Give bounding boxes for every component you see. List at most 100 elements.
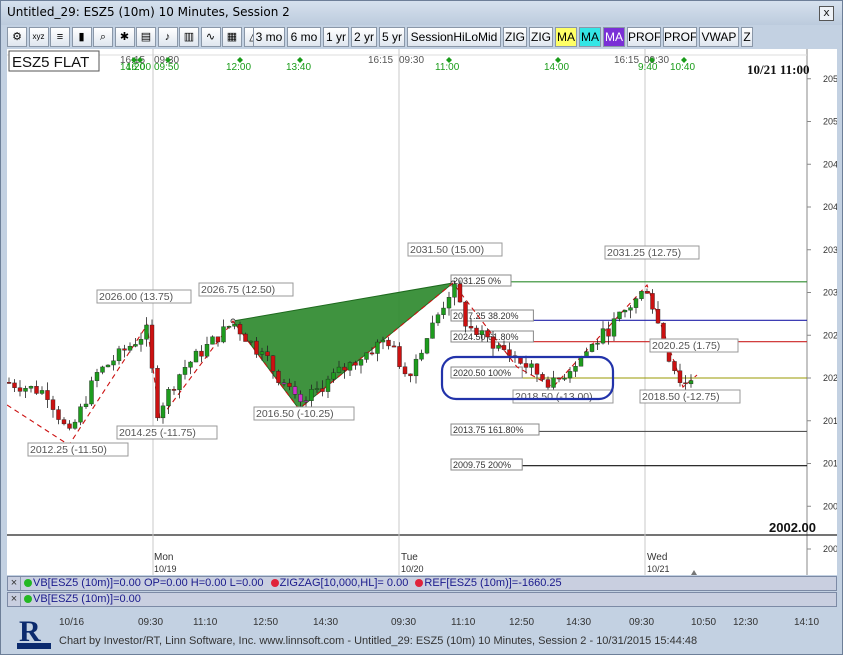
grid-icon[interactable]: ▦ — [222, 27, 242, 47]
fib-level-label: 2009.75 200% — [453, 460, 511, 470]
zigzag-dot-icon — [270, 579, 279, 587]
toolbar-button-ma[interactable]: MA — [555, 27, 577, 47]
candle-body — [380, 339, 386, 343]
candle-body — [408, 373, 413, 377]
toolbar-button-zig[interactable]: ZIG — [503, 27, 527, 47]
current-datetime: 10/21 11:00 — [747, 62, 809, 77]
toolbar-button-ma[interactable]: MA — [579, 27, 601, 47]
candle-body — [325, 378, 331, 392]
candle-body — [50, 399, 56, 410]
candle-body — [177, 374, 182, 391]
candle-body — [138, 339, 144, 345]
session-time-label: 16:15 — [368, 55, 393, 66]
candle-body — [116, 348, 122, 362]
candle-body — [265, 351, 270, 356]
candle-body — [270, 355, 276, 372]
y-tick-label: 2005 — [823, 501, 837, 511]
candle-body — [122, 348, 127, 351]
candle-body — [331, 372, 336, 380]
app-window: Untitled_29: ESZ5 (10m) 10 Minutes, Sess… — [0, 0, 843, 655]
candle-body — [655, 308, 661, 324]
zigzag-values: ZIGZAG[10,000,HL]= 0.00 — [279, 577, 409, 589]
candle-body — [281, 382, 287, 385]
candle-body — [149, 324, 155, 369]
toolbar-button-prof[interactable]: PROF — [627, 27, 661, 47]
candle-body — [347, 362, 353, 371]
candle-body — [127, 345, 133, 351]
candle-body — [353, 362, 358, 366]
candle-body — [397, 346, 402, 367]
candle-body — [452, 283, 457, 298]
line-icon[interactable]: ∿ — [200, 27, 221, 47]
candle-body — [622, 309, 628, 313]
time-tick-label: 12:50 — [253, 617, 279, 628]
day-date-label: 10/21 — [647, 564, 670, 574]
toolbar-button-6-mo[interactable]: 6 mo — [287, 27, 321, 47]
toolbar-button-ma[interactable]: MA — [603, 27, 625, 47]
xyz-icon[interactable]: xyz — [28, 27, 49, 47]
candle-body — [402, 366, 408, 375]
ref-values: REF[ESZ5 (10m)]=-1660.25 — [424, 577, 562, 589]
close-icon[interactable]: × — [8, 577, 21, 590]
candle-body — [94, 372, 100, 381]
session-time-label: 10:40 — [670, 62, 695, 73]
swing-label: 2018.50 (-12.75) — [642, 391, 720, 403]
y-tick-label: 2045 — [823, 159, 837, 169]
zoom-icon[interactable]: ⌕ — [93, 27, 113, 47]
time-tick-label: 14:30 — [313, 617, 339, 628]
bar-chart-icon[interactable]: ▮ — [71, 27, 92, 47]
candle-body — [523, 363, 529, 368]
price-chart[interactable]: 2055 2050 2045 2040 2035 2030 2025 2020 2015 2010… — [6, 49, 843, 575]
candle-body — [72, 421, 78, 429]
session-time-label: 16:00 — [126, 62, 151, 73]
swing-label: 2026.00 (13.75) — [99, 291, 173, 303]
toolbar-button-1-yr[interactable]: 1 yr — [323, 27, 349, 47]
candle-body — [39, 390, 45, 394]
candle-body — [56, 409, 61, 420]
close-icon[interactable]: × — [8, 593, 21, 606]
candle-body — [67, 423, 72, 429]
time-tick-label: 09:30 — [138, 617, 164, 628]
candle-body — [369, 352, 375, 355]
y-tick-label: 2020 — [823, 373, 837, 383]
level-icon[interactable]: ▥ — [179, 27, 199, 47]
candle-body — [479, 330, 485, 336]
toolbar-button-3-mo[interactable]: 3 mo — [253, 27, 285, 47]
candle-body — [683, 382, 688, 385]
toolbar-button-2-yr[interactable]: 2 yr — [351, 27, 377, 47]
day-date-label: 10/20 — [401, 564, 424, 574]
bell-icon[interactable]: ♪ — [157, 27, 178, 47]
time-tick-label: 10/16 — [59, 617, 85, 628]
session-time-label: 09:30 — [399, 55, 424, 66]
y-tick-label: 2040 — [823, 202, 837, 212]
close-button[interactable]: x — [819, 6, 834, 21]
toolbar-button-zig[interactable]: ZIG — [529, 27, 553, 47]
chart-icon[interactable]: ▤ — [136, 27, 156, 47]
candle-body — [144, 324, 149, 340]
candle-body — [221, 326, 226, 343]
toolbar-button-prof[interactable]: PROF — [663, 27, 697, 47]
candle-body — [171, 389, 177, 391]
toolbar-button-vwap[interactable]: VWAP — [699, 27, 739, 47]
candle-body — [342, 366, 347, 371]
settings-icon[interactable]: ✱ — [114, 27, 135, 47]
stack-icon[interactable]: ≡ — [50, 27, 70, 47]
candle-body — [501, 345, 507, 350]
time-tick-label: 14:10 — [794, 617, 820, 628]
candle-body — [562, 377, 567, 380]
toolbar-button-z[interactable]: Z — [741, 27, 753, 47]
candle-body — [204, 344, 210, 357]
toolbar-button-5-yr[interactable]: 5 yr — [379, 27, 405, 47]
candle-body — [589, 344, 595, 352]
session-time-label: 09:50 — [154, 62, 179, 73]
day-label: Mon — [154, 552, 173, 563]
toolbar-button-sessionhilomid[interactable]: SessionHiLoMid — [407, 27, 501, 47]
swing-label: 2012.25 (-11.50) — [30, 444, 107, 456]
chart-area[interactable]: 2055 2050 2045 2040 2035 2030 2025 2020 2015 2010… — [6, 49, 843, 575]
candle-body — [287, 382, 292, 387]
swing-label: 2020.25 (1.75) — [652, 340, 720, 352]
vb-values: VB[ESZ5 (10m)]=0.00 OP=0.00 H=0.00 L=0.0… — [33, 577, 264, 589]
gear-icon[interactable]: ⚙ — [7, 27, 27, 47]
session-time-label: 12:00 — [226, 62, 251, 73]
y-tick-label: 2000 — [823, 544, 837, 554]
